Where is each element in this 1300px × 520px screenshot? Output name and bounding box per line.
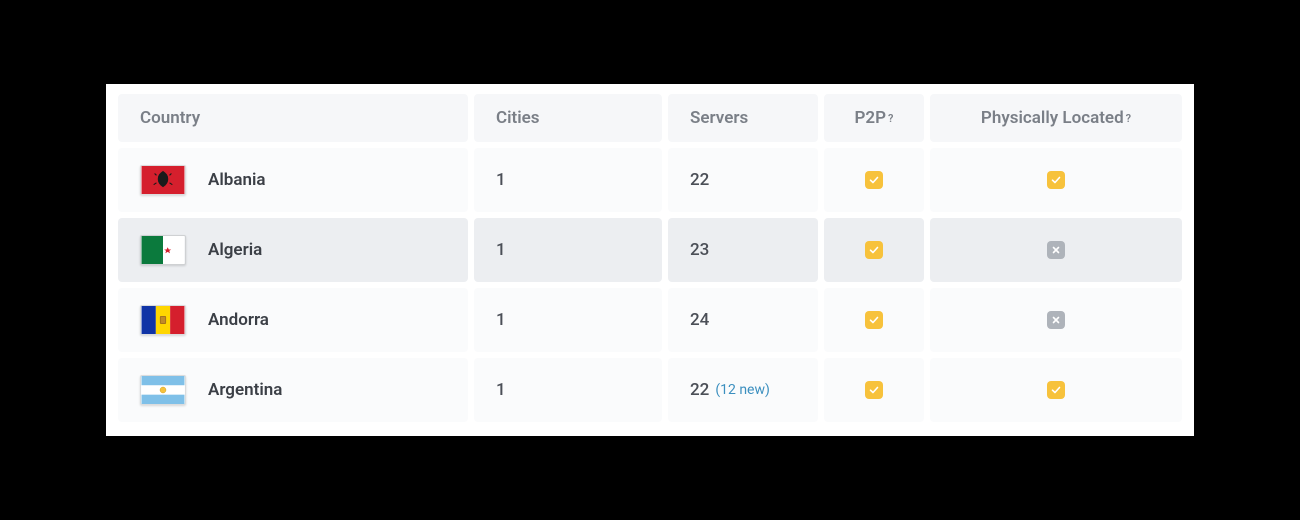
check-icon [1047,381,1065,399]
servers-extra: (12 new) [715,382,770,398]
table-row: Albania 1 22 [118,148,1182,212]
table-header-row: Country Cities Servers P2P? Physically L… [118,94,1182,142]
cell-p2p [824,218,924,282]
header-p2p[interactable]: P2P? [824,94,924,142]
cell-servers: 22 (12 new) [668,358,818,422]
table-row: Algeria 1 23 [118,218,1182,282]
server-table-panel: Country Cities Servers P2P? Physically L… [106,84,1194,436]
cities-value: 1 [496,170,506,190]
cell-country: Algeria [118,218,468,282]
servers-value: 22 [690,170,709,190]
country-name: Algeria [208,240,262,260]
header-physically-located-label: Physically Located [981,108,1124,128]
flag-icon-al [140,165,186,195]
help-icon[interactable]: ? [888,112,893,125]
cell-p2p [824,288,924,352]
cell-cities: 1 [474,358,662,422]
cell-physically-located [930,218,1182,282]
cell-servers: 23 [668,218,818,282]
cell-servers: 24 [668,288,818,352]
cell-cities: 1 [474,218,662,282]
servers-value: 24 [690,310,709,330]
header-servers[interactable]: Servers [668,94,818,142]
cities-value: 1 [496,310,506,330]
table-row: Andorra 1 24 [118,288,1182,352]
cell-cities: 1 [474,148,662,212]
check-icon [865,241,883,259]
check-icon [865,311,883,329]
check-icon [865,171,883,189]
cell-country: Argentina [118,358,468,422]
header-physically-located[interactable]: Physically Located? [930,94,1182,142]
cell-physically-located [930,288,1182,352]
check-icon [865,381,883,399]
country-name: Argentina [208,380,282,400]
help-icon[interactable]: ? [1126,112,1131,125]
header-servers-label: Servers [690,108,748,128]
cities-value: 1 [496,240,506,260]
cities-value: 1 [496,380,506,400]
table-row: Argentina 1 22 (12 new) [118,358,1182,422]
flag-icon-ar [140,375,186,405]
flag-icon-ad [140,305,186,335]
header-p2p-label: P2P [855,108,887,128]
cross-icon [1047,311,1065,329]
cell-country: Albania [118,148,468,212]
cross-icon [1047,241,1065,259]
country-name: Albania [208,170,266,190]
cell-p2p [824,358,924,422]
servers-value: 23 [690,240,709,260]
header-cities[interactable]: Cities [474,94,662,142]
server-table: Country Cities Servers P2P? Physically L… [118,94,1182,422]
servers-value: 22 [690,380,709,400]
check-icon [1047,171,1065,189]
cell-country: Andorra [118,288,468,352]
cell-cities: 1 [474,288,662,352]
header-country[interactable]: Country [118,94,468,142]
cell-physically-located [930,148,1182,212]
header-cities-label: Cities [496,108,540,128]
country-name: Andorra [208,310,269,330]
cell-servers: 22 [668,148,818,212]
flag-icon-dz [140,235,186,265]
cell-physically-located [930,358,1182,422]
cell-p2p [824,148,924,212]
header-country-label: Country [140,108,200,128]
